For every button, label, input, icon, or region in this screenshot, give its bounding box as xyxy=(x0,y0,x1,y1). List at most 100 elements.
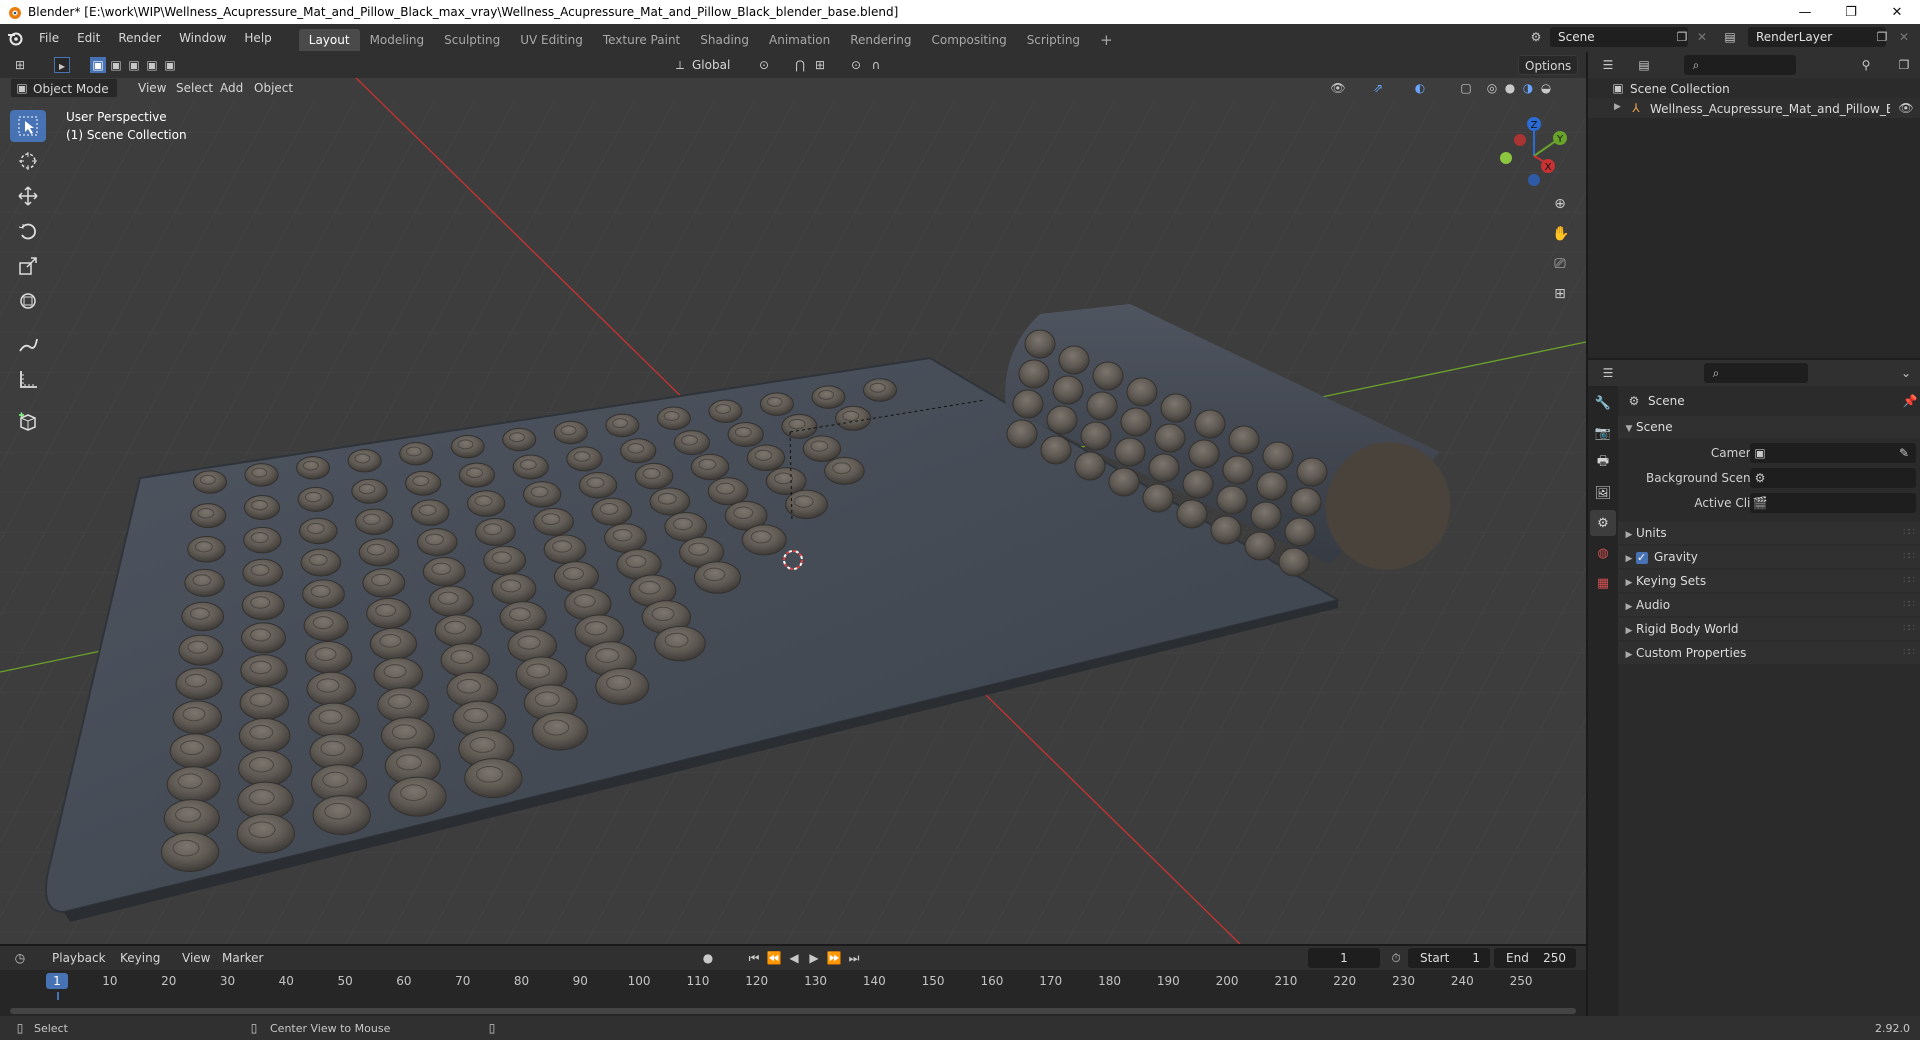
navigation-gizmo[interactable]: Z Y X xyxy=(1490,112,1580,192)
wireframe-shading-icon[interactable]: ◎ xyxy=(1484,80,1500,96)
output-tab-icon[interactable]: 🖶 xyxy=(1590,450,1616,476)
menu-view[interactable]: View xyxy=(132,78,172,98)
timeline-editor-type-icon[interactable]: ◷ xyxy=(12,950,28,966)
options-dropdown[interactable]: Options xyxy=(1518,55,1579,75)
menu-add[interactable]: Add xyxy=(214,78,249,98)
measure-tool[interactable] xyxy=(10,363,46,395)
jump-start-icon[interactable]: ⏮ xyxy=(746,950,762,966)
visibility-icon[interactable]: 👁 xyxy=(1330,80,1346,96)
end-frame-field[interactable]: End 250 xyxy=(1494,948,1576,968)
material-shading-icon[interactable]: ◑ xyxy=(1520,80,1536,96)
clock-icon[interactable]: ⏱ xyxy=(1388,950,1404,966)
scale-tool[interactable] xyxy=(10,250,46,282)
menu-select[interactable]: Select xyxy=(170,78,219,98)
timeline-current-frame-marker[interactable]: 1 xyxy=(46,973,68,989)
outliner-editor-type-icon[interactable]: ☰ xyxy=(1600,57,1616,73)
3d-viewport[interactable]: ⊞ ▸ ▣ ▣ ▣ ▣ ▣ ⟂ Global ⊙ ⋂ ⊞ ⊙ ∩ Options… xyxy=(0,52,1586,944)
scene-panel-header[interactable]: ▼ Scene xyxy=(1618,416,1920,438)
texture-tab-icon[interactable]: ▦ xyxy=(1590,570,1616,596)
background-scene-field[interactable] xyxy=(1750,468,1916,488)
new-view-layer-icon[interactable]: ❐ xyxy=(1874,29,1890,45)
delete-view-layer-icon[interactable]: ✕ xyxy=(1896,29,1912,45)
menu-window[interactable]: Window xyxy=(170,24,235,52)
keying-sets-panel-header[interactable]: ▶ Keying Sets ∷∷ xyxy=(1618,570,1920,592)
rigid-body-world-panel-header[interactable]: ▶ Rigid Body World ∷∷ xyxy=(1618,618,1920,640)
display-mode-icon[interactable]: ▤ xyxy=(1636,57,1652,73)
view-layer-browse-icon[interactable]: ▤ xyxy=(1722,29,1738,45)
xray-icon[interactable]: ▢ xyxy=(1458,80,1474,96)
tab-compositing[interactable]: Compositing xyxy=(921,29,1016,51)
scene-selector[interactable]: Scene xyxy=(1550,27,1688,47)
active-clip-field[interactable] xyxy=(1750,493,1916,513)
prev-keyframe-icon[interactable]: ⏪ xyxy=(766,950,782,966)
snap-target-icon[interactable]: ⊞ xyxy=(812,57,828,73)
overlay-toggle-icon[interactable]: ◐ xyxy=(1412,80,1428,96)
minimize-button[interactable]: — xyxy=(1782,0,1828,24)
render-tab-icon[interactable]: 📷 xyxy=(1590,420,1616,446)
tool-tab-icon[interactable]: 🔧 xyxy=(1590,390,1616,416)
add-cube-tool[interactable] xyxy=(10,406,46,438)
properties-editor-type-icon[interactable]: ☰ xyxy=(1600,365,1616,381)
menu-playback[interactable]: Playback xyxy=(46,948,112,968)
timeline-ruler[interactable]: 1 10 20 30 40 50 60 70 80 90 100 110 120 130 140 150 160… xyxy=(0,970,1586,992)
menu-edit[interactable]: Edit xyxy=(68,24,109,52)
tab-modeling[interactable]: Modeling xyxy=(360,29,435,51)
close-button[interactable]: ✕ xyxy=(1874,0,1920,24)
camera-field[interactable] xyxy=(1750,443,1916,463)
record-icon[interactable]: ● xyxy=(700,950,716,966)
rendered-shading-icon[interactable]: ◒ xyxy=(1538,80,1554,96)
jump-end-icon[interactable]: ⏭ xyxy=(846,950,862,966)
select-invert-icon[interactable]: ▣ xyxy=(144,57,160,73)
solid-shading-icon[interactable]: ● xyxy=(1502,80,1518,96)
start-frame-field[interactable]: Start 1 xyxy=(1408,948,1490,968)
transform-orientation-dropdown[interactable]: Global xyxy=(686,55,742,75)
rotate-tool[interactable] xyxy=(10,215,46,247)
tab-layout[interactable]: Layout xyxy=(298,28,360,51)
select-extend-icon[interactable]: ▣ xyxy=(108,57,124,73)
tab-animation[interactable]: Animation xyxy=(759,29,840,51)
scene-tab-icon[interactable]: ⚙ xyxy=(1590,510,1616,536)
tab-uv-editing[interactable]: UV Editing xyxy=(510,29,593,51)
expand-arrow-icon[interactable]: ▶ xyxy=(1614,102,1621,112)
move-tool[interactable] xyxy=(10,180,46,212)
annotate-tool[interactable] xyxy=(10,328,46,360)
menu-help[interactable]: Help xyxy=(235,24,280,52)
gravity-panel-header[interactable]: ▶ ✓ Gravity ∷∷ xyxy=(1618,546,1920,568)
menu-marker[interactable]: Marker xyxy=(216,948,269,968)
select-box-mode-icon[interactable]: ▸ xyxy=(54,57,70,73)
falloff-icon[interactable]: ∩ xyxy=(868,57,884,73)
tab-scripting[interactable]: Scripting xyxy=(1017,29,1090,51)
tab-sculpting[interactable]: Sculpting xyxy=(434,29,510,51)
next-keyframe-icon[interactable]: ⏩ xyxy=(826,950,842,966)
menu-render[interactable]: Render xyxy=(109,24,170,52)
gizmo-toggle-icon[interactable]: ⇗ xyxy=(1370,80,1386,96)
gravity-checkbox[interactable]: ✓ xyxy=(1636,551,1648,564)
outliner-item-object[interactable]: Wellness_Acupressure_Mat_and_Pillow_Blac xyxy=(1650,102,1890,116)
tab-shading[interactable]: Shading xyxy=(690,29,759,51)
proportional-edit-icon[interactable]: ⊙ xyxy=(848,57,864,73)
scene-browse-icon[interactable]: ⚙ xyxy=(1528,29,1544,45)
eyedropper-icon[interactable]: ✎ xyxy=(1896,445,1912,461)
zoom-icon[interactable]: ⊕ xyxy=(1552,196,1568,212)
camera-view-icon[interactable]: ⎚ xyxy=(1552,256,1568,272)
tab-rendering[interactable]: Rendering xyxy=(840,29,921,51)
chevron-down-icon[interactable]: ⌄ xyxy=(1898,365,1914,381)
units-panel-header[interactable]: ▶ Units ∷∷ xyxy=(1618,522,1920,544)
menu-object[interactable]: Object xyxy=(248,78,299,98)
tab-texture-paint[interactable]: Texture Paint xyxy=(593,29,690,51)
new-scene-icon[interactable]: ❐ xyxy=(1674,29,1690,45)
add-workspace-button[interactable]: + xyxy=(1090,29,1123,51)
pin-icon[interactable]: 📌 xyxy=(1902,393,1918,409)
delete-scene-icon[interactable]: ✕ xyxy=(1694,29,1710,45)
select-intersect-icon[interactable]: ▣ xyxy=(162,57,178,73)
cursor-tool[interactable] xyxy=(10,145,46,177)
editor-type-icon[interactable]: ⊞ xyxy=(12,57,28,73)
filter-icon[interactable]: ⚲ xyxy=(1858,57,1874,73)
blender-menu-icon[interactable] xyxy=(0,24,30,52)
view-layer-tab-icon[interactable]: 🖼 xyxy=(1590,480,1616,506)
select-new-icon[interactable]: ▣ xyxy=(90,57,106,73)
ortho-grid-icon[interactable]: ⊞ xyxy=(1552,286,1568,302)
menu-keying[interactable]: Keying xyxy=(114,948,166,968)
current-frame-field[interactable]: 1 xyxy=(1308,948,1380,968)
scene-collection-label[interactable]: Scene Collection xyxy=(1630,82,1730,96)
